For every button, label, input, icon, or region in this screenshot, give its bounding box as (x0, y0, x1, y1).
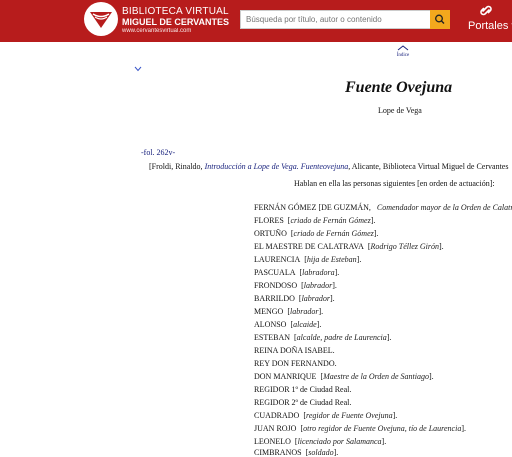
list-item: CUADRADO [regidor de Fuente Ovejuna]. (254, 411, 398, 420)
search-button[interactable] (430, 10, 450, 29)
portales-label: Portales (468, 20, 509, 32)
site-logo-text[interactable]: BIBLIOTECA VIRTUAL MIGUEL DE CERVANTES w… (122, 6, 230, 35)
list-item: FRONDOSO [labrador]. (254, 281, 337, 290)
logo-line-1: BIBLIOTECA VIRTUAL (122, 6, 229, 17)
logo-line-2: MIGUEL DE CERVANTES (122, 17, 230, 27)
list-item: ALONSO [alcaide]. (254, 320, 322, 329)
list-item: REGIDOR 2º de Ciudad Real. (254, 398, 352, 407)
search-input[interactable] (240, 10, 430, 29)
list-item: REY DON FERNANDO. (254, 359, 337, 368)
portales-icon[interactable] (478, 3, 494, 18)
indice-link[interactable]: Índice (393, 45, 413, 58)
page-title: Fuente Ovejuna (345, 79, 453, 96)
list-item: ESTEBAN [alcalde, padre de Laurencia]. (254, 333, 392, 342)
portales-menu[interactable]: Portales ▾ (468, 19, 512, 32)
list-item: BARRILDO [labrador]. (254, 294, 335, 303)
search-icon (435, 14, 445, 24)
citation-text: [Froldi, Rinaldo, Introducción a Lope de… (149, 162, 508, 171)
citation-after: , Alicante, Biblioteca Virtual Miguel de… (348, 162, 509, 171)
list-item: EL MAESTRE DE CALATRAVA [Rodrigo Téllez … (254, 242, 444, 251)
list-item: FERNÁN GÓMEZ [DE GUZMÁN, Comendador mayo… (254, 203, 512, 212)
site-header: BIBLIOTECA VIRTUAL MIGUEL DE CERVANTES w… (0, 0, 512, 42)
hablan-heading: Hablan en ella las personas siguientes [… (294, 179, 495, 188)
list-item: REGIDOR 1º de Ciudad Real. (254, 385, 352, 394)
citation-before: [Froldi, Rinaldo, (149, 162, 205, 171)
list-item: MENGO [labrador]. (254, 307, 324, 316)
down-arrow-icon[interactable] (134, 59, 142, 77)
logo-icon[interactable] (84, 2, 118, 36)
up-arrow-icon (397, 45, 409, 51)
folio-marker: -fol. 262v- (141, 148, 176, 157)
logo-line-3: www.cervantesvirtual.com (122, 28, 192, 34)
author-name: Lope de Vega (378, 106, 422, 115)
list-item: LEONELO [licenciado por Salamanca]. (254, 437, 387, 446)
list-item: DON MANRIQUE [Maestre de la Orden de San… (254, 372, 434, 381)
list-item: JUAN ROJO [otro regidor de Fuente Ovejun… (254, 424, 466, 433)
list-item: ORTUÑO [criado de Fernán Gómez]. (254, 229, 379, 238)
list-item: FLORES [criado de Fernán Gómez]. (254, 216, 376, 225)
list-item: LAURENCIA [hija de Esteban]. (254, 255, 362, 264)
indice-label: Índice (396, 53, 410, 58)
list-item: REINA DOÑA ISABEL. (254, 346, 335, 355)
citation-link[interactable]: Introducción a Lope de Vega. Fuenteoveju… (205, 162, 349, 171)
list-item: PASCUALA [labradora]. (254, 268, 340, 277)
